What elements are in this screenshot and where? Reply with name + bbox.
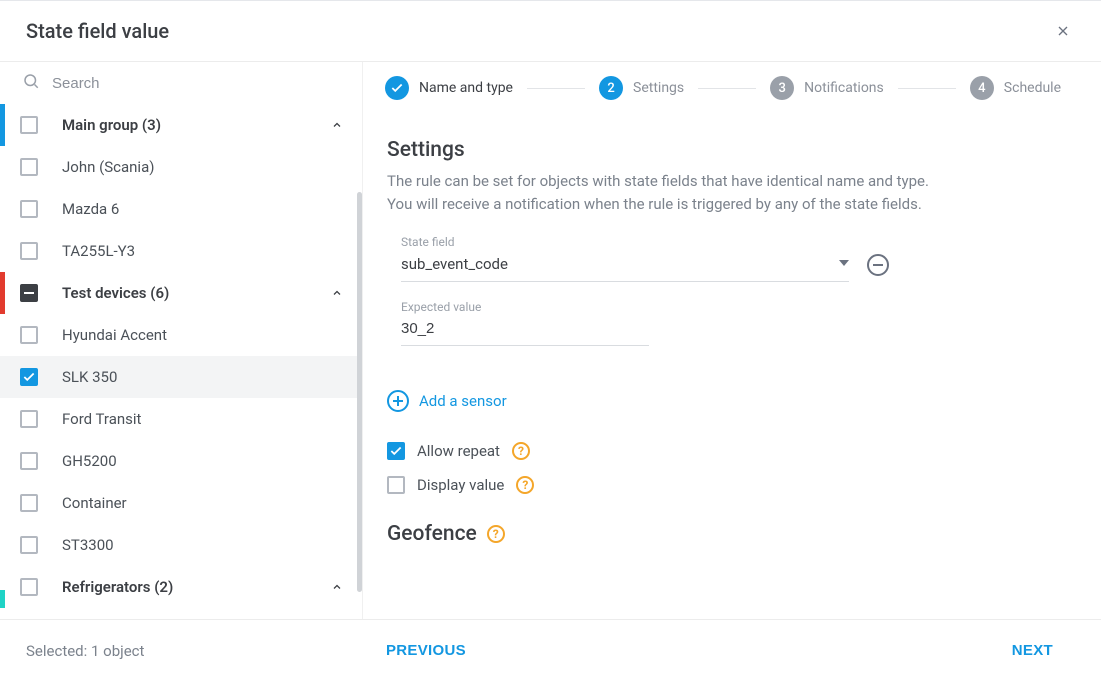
step-number: 4 — [970, 76, 994, 100]
row-label: ST3300 — [62, 536, 348, 554]
step-label: Settings — [633, 80, 684, 96]
group-row[interactable]: Test devices (6) — [0, 272, 362, 314]
chevron-up-icon[interactable] — [326, 114, 348, 136]
step-schedule[interactable]: 4 Schedule — [970, 76, 1061, 100]
add-sensor-label: Add a sensor — [419, 392, 507, 410]
sidebar-scrollbar[interactable] — [357, 192, 362, 592]
object-row[interactable]: Container — [0, 482, 362, 524]
chevron-down-icon — [839, 256, 849, 272]
row-label: John (Scania) — [62, 158, 348, 176]
help-icon[interactable]: ? — [487, 525, 505, 543]
group-accent — [0, 272, 5, 314]
help-icon[interactable]: ? — [512, 442, 530, 460]
modal-state-field-value: State field value Main group (3) John (Sc… — [0, 1, 1101, 681]
object-row[interactable]: GH5200 — [0, 440, 362, 482]
settings-description: The rule can be set for objects with sta… — [387, 170, 1065, 217]
row-label: TA255L-Y3 — [62, 242, 348, 260]
add-sensor-button[interactable]: Add a sensor — [387, 390, 1065, 412]
object-row[interactable]: Mazda 6 — [0, 188, 362, 230]
object-list: Main group (3) John (Scania) Mazda 6 TA255L… — [0, 104, 362, 619]
row-label: Main group (3) — [62, 116, 326, 134]
checkbox[interactable] — [20, 536, 38, 554]
modal-title: State field value — [26, 19, 169, 43]
display-value-row: Display value ? — [387, 476, 1065, 494]
allow-repeat-label: Allow repeat — [417, 442, 500, 460]
object-row[interactable]: TA255L-Y3 — [0, 230, 362, 272]
step-label: Notifications — [804, 80, 884, 96]
geofence-heading: Geofence — [387, 522, 477, 546]
group-accent — [0, 104, 5, 146]
remove-sensor-icon[interactable] — [867, 254, 889, 276]
checkbox[interactable] — [20, 284, 38, 302]
row-label: GH5200 — [62, 452, 348, 470]
search-input[interactable] — [52, 75, 340, 92]
row-label: Refrigerators (2) — [62, 578, 326, 596]
allow-repeat-checkbox[interactable] — [387, 442, 405, 460]
checkbox[interactable] — [20, 578, 38, 596]
step-connector — [698, 88, 756, 89]
step-label: Name and type — [419, 80, 513, 96]
step-label: Schedule — [1004, 80, 1061, 96]
state-field-label: State field — [401, 235, 849, 249]
row-label: Hyundai Accent — [62, 326, 348, 344]
object-row[interactable]: ST3300 — [0, 524, 362, 566]
expected-value-input[interactable] — [401, 318, 649, 346]
object-row[interactable]: SLK 350 — [0, 356, 362, 398]
group-accent — [0, 590, 5, 608]
checkbox[interactable] — [20, 158, 38, 176]
object-row[interactable]: Ford Transit — [0, 398, 362, 440]
state-field-row: State field sub_event_code — [401, 235, 1065, 282]
previous-button[interactable]: PREVIOUS — [386, 642, 466, 659]
stepper: Name and type 2 Settings 3 Notifications 4 Sch… — [363, 62, 1101, 112]
row-label: SLK 350 — [62, 368, 348, 386]
search-icon — [22, 72, 40, 94]
selection-count: Selected: 1 object — [26, 642, 144, 660]
close-icon[interactable] — [1051, 19, 1075, 43]
step-name-and-type[interactable]: Name and type — [385, 76, 513, 100]
check-icon — [385, 76, 409, 100]
step-number: 2 — [599, 76, 623, 100]
checkbox[interactable] — [20, 326, 38, 344]
search-row — [0, 62, 362, 104]
step-notifications[interactable]: 3 Notifications — [770, 76, 884, 100]
checkbox[interactable] — [20, 368, 38, 386]
checkbox[interactable] — [20, 242, 38, 260]
step-settings[interactable]: 2 Settings — [599, 76, 684, 100]
geofence-row: Geofence ? — [387, 522, 1065, 546]
object-row[interactable]: Hyundai Accent — [0, 314, 362, 356]
expected-value-label: Expected value — [401, 300, 649, 314]
main-panel: Name and type 2 Settings 3 Notifications 4 Sch… — [363, 62, 1101, 619]
settings-heading: Settings — [387, 138, 1065, 162]
object-sidebar: Main group (3) John (Scania) Mazda 6 TA255L… — [0, 62, 363, 619]
chevron-up-icon[interactable] — [326, 576, 348, 598]
checkbox[interactable] — [20, 410, 38, 428]
help-icon[interactable]: ? — [516, 476, 534, 494]
state-field-select[interactable]: sub_event_code — [401, 253, 849, 282]
modal-header: State field value — [0, 1, 1101, 62]
checkbox[interactable] — [20, 452, 38, 470]
display-value-label: Display value — [417, 476, 504, 494]
step-number: 3 — [770, 76, 794, 100]
allow-repeat-row: Allow repeat ? — [387, 442, 1065, 460]
row-label: Test devices (6) — [62, 284, 326, 302]
step-connector — [527, 88, 585, 89]
main-scroll: Settings The rule can be set for objects… — [363, 112, 1101, 619]
row-label: Container — [62, 494, 348, 512]
row-label: Mazda 6 — [62, 200, 348, 218]
next-button[interactable]: NEXT — [1012, 642, 1053, 659]
group-row[interactable]: Main group (3) — [0, 104, 362, 146]
modal-footer: Selected: 1 object PREVIOUS NEXT — [0, 619, 1101, 681]
object-row[interactable]: John (Scania) — [0, 146, 362, 188]
display-value-checkbox[interactable] — [387, 476, 405, 494]
group-row[interactable]: Refrigerators (2) — [0, 566, 362, 608]
checkbox[interactable] — [20, 494, 38, 512]
checkbox[interactable] — [20, 200, 38, 218]
step-connector — [898, 88, 956, 89]
chevron-up-icon[interactable] — [326, 282, 348, 304]
plus-icon — [387, 390, 409, 412]
checkbox[interactable] — [20, 116, 38, 134]
row-label: Ford Transit — [62, 410, 348, 428]
state-field-value: sub_event_code — [401, 255, 508, 273]
